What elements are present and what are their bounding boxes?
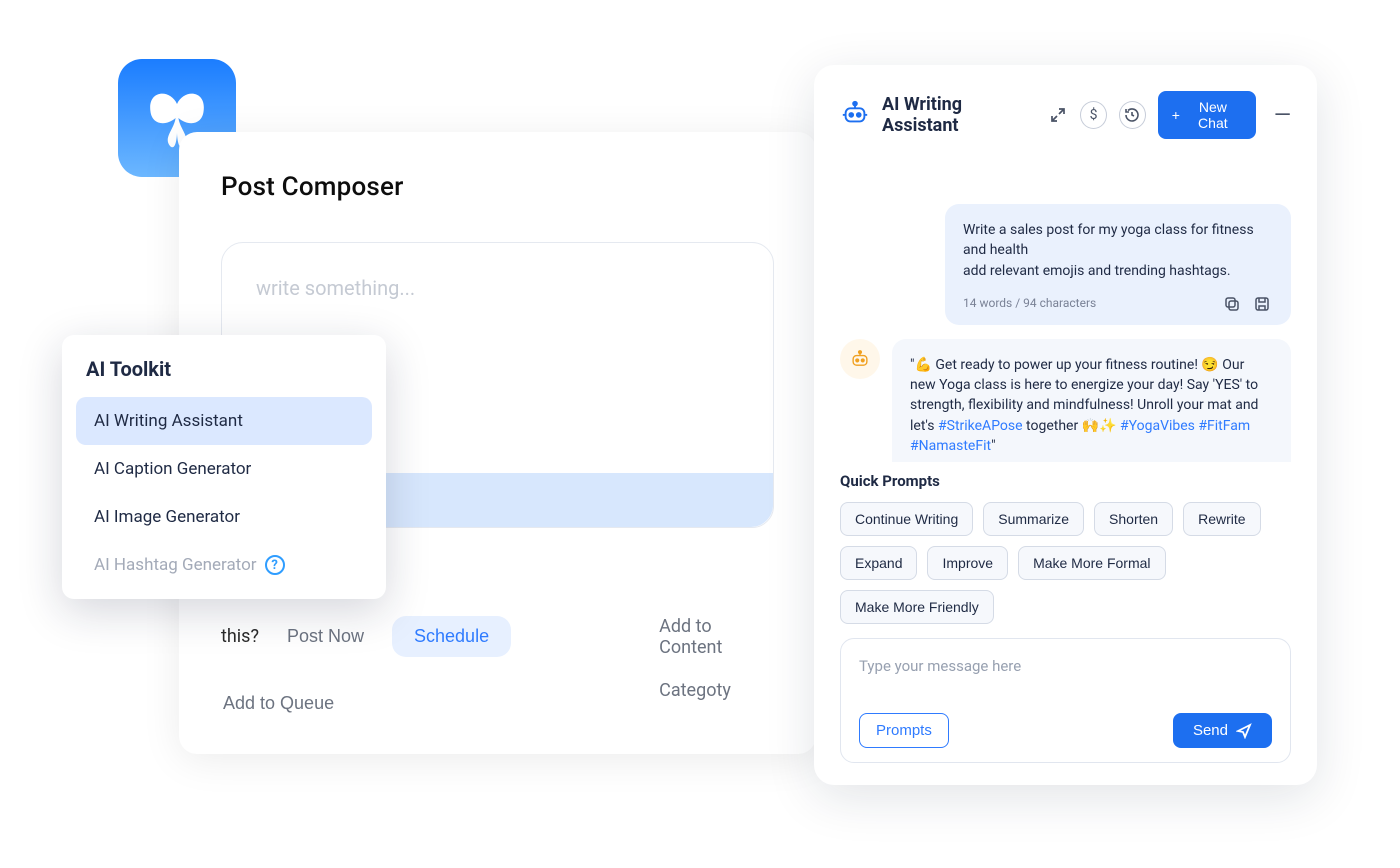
ai-message-row: "💪 Get ready to power up your fitness ro… — [840, 339, 1291, 462]
robot-icon — [840, 98, 870, 132]
toolkit-item-label: AI Writing Assistant — [94, 411, 243, 431]
composer-actions: this? Post Now Schedule Add to Queue Add… — [221, 616, 774, 724]
chat-textarea[interactable]: Type your message here — [859, 657, 1272, 699]
plus-icon: + — [1172, 107, 1180, 123]
ai-toolkit-menu: AI Toolkit AI Writing Assistant AI Capti… — [62, 335, 386, 599]
chip-improve[interactable]: Improve — [927, 546, 1008, 580]
expand-icon[interactable] — [1047, 101, 1068, 129]
message-meta: 14 words / 94 characters — [963, 295, 1096, 312]
add-to-queue-button[interactable]: Add to Queue — [221, 683, 336, 724]
ai-chat-panel: AI Writing Assistant $ + New Chat — Writ… — [814, 65, 1317, 785]
composer-placeholder: write something... — [256, 276, 739, 300]
ai-message: "💪 Get ready to power up your fitness ro… — [892, 339, 1291, 462]
schedule-button[interactable]: Schedule — [392, 616, 511, 657]
chip-summarize[interactable]: Summarize — [983, 502, 1084, 536]
send-label: Send — [1193, 722, 1228, 739]
chip-continue[interactable]: Continue Writing — [840, 502, 973, 536]
new-chat-label: New Chat — [1184, 99, 1242, 131]
minimize-icon[interactable]: — — [1274, 103, 1291, 128]
chat-body: Write a sales post for my yoga class for… — [840, 139, 1291, 462]
hashtag[interactable]: #YogaVibes — [1120, 418, 1195, 434]
post-now-button[interactable]: Post Now — [285, 616, 366, 657]
hashtag[interactable]: #NamasteFit — [910, 438, 991, 454]
toolkit-item-label: AI Hashtag Generator — [94, 555, 257, 575]
add-to-content-link[interactable]: Add to Content — [659, 616, 774, 658]
chat-header: AI Writing Assistant $ + New Chat — — [840, 91, 1291, 139]
chip-friendly[interactable]: Make More Friendly — [840, 590, 994, 624]
user-message: Write a sales post for my yoga class for… — [945, 204, 1291, 325]
quick-prompts: Continue Writing Summarize Shorten Rewri… — [840, 502, 1291, 624]
save-icon[interactable] — [1251, 293, 1273, 315]
new-chat-button[interactable]: + New Chat — [1158, 91, 1256, 139]
toolkit-item-image[interactable]: AI Image Generator — [76, 493, 372, 541]
chip-expand[interactable]: Expand — [840, 546, 917, 580]
hashtag[interactable]: #FitFam — [1198, 418, 1250, 434]
history-icon[interactable] — [1119, 101, 1146, 129]
user-message-line: Write a sales post for my yoga class for… — [963, 220, 1273, 261]
toolkit-item-writing[interactable]: AI Writing Assistant — [76, 397, 372, 445]
this-label: this? — [221, 626, 259, 647]
prompts-button[interactable]: Prompts — [859, 713, 949, 748]
chat-title: AI Writing Assistant — [882, 94, 1035, 136]
ai-avatar — [840, 339, 880, 379]
copy-icon[interactable] — [1221, 293, 1243, 315]
toolkit-item-label: AI Caption Generator — [94, 459, 251, 479]
quick-prompts-title: Quick Prompts — [840, 472, 1291, 490]
hashtag[interactable]: #StrikeAPose — [938, 418, 1023, 434]
send-icon — [1236, 723, 1252, 739]
toolkit-item-label: AI Image Generator — [94, 507, 240, 527]
category-link[interactable]: Categoty — [659, 680, 774, 701]
chip-shorten[interactable]: Shorten — [1094, 502, 1173, 536]
help-icon[interactable]: ? — [265, 555, 285, 575]
credits-icon[interactable]: $ — [1080, 101, 1107, 129]
composer-title: Post Composer — [221, 172, 774, 202]
toolkit-item-caption[interactable]: AI Caption Generator — [76, 445, 372, 493]
send-button[interactable]: Send — [1173, 713, 1272, 748]
chat-input: Type your message here Prompts Send — [840, 638, 1291, 763]
chip-rewrite[interactable]: Rewrite — [1183, 502, 1260, 536]
user-message-line: add relevant emojis and trending hashtag… — [963, 261, 1273, 281]
chip-formal[interactable]: Make More Formal — [1018, 546, 1165, 580]
toolkit-item-hashtag[interactable]: AI Hashtag Generator ? — [76, 541, 372, 589]
ai-text: together 🙌✨ — [1023, 418, 1120, 434]
toolkit-title: AI Toolkit — [76, 357, 372, 397]
ai-text: " — [991, 438, 995, 454]
